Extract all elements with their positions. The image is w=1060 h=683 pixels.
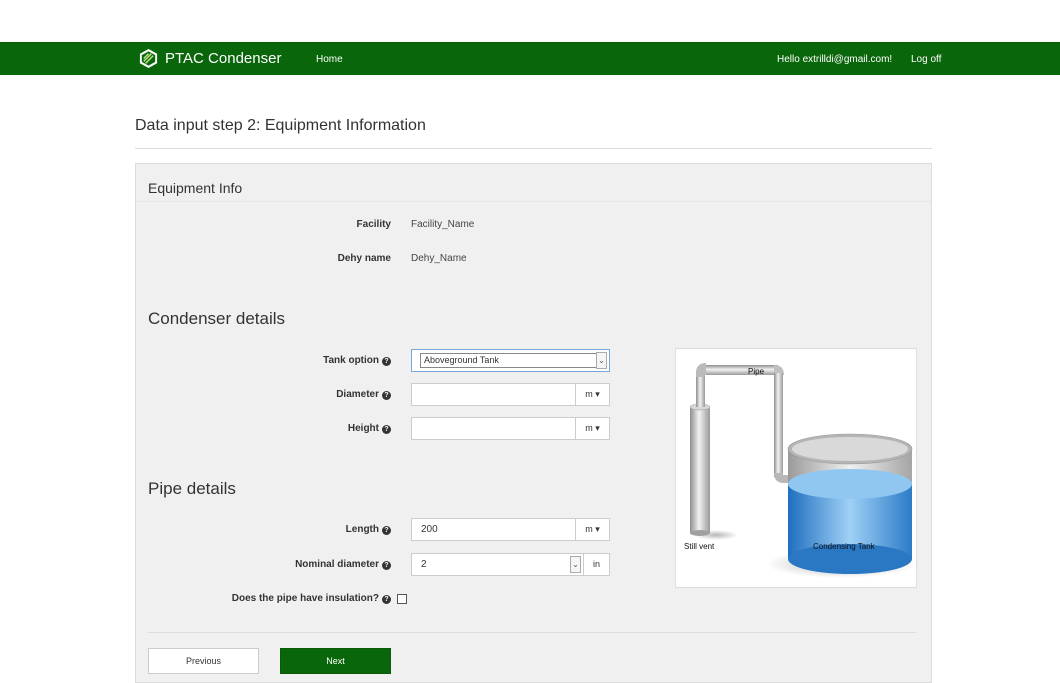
nominal-diameter-label: Nominal diameter? [171, 559, 391, 570]
help-icon[interactable]: ? [382, 425, 391, 434]
height-label: Height? [171, 423, 391, 434]
divider [135, 148, 932, 149]
chevron-down-icon[interactable]: ⌄ [570, 556, 581, 573]
condenser-diagram: Pipe Still vent Condensing Tank [675, 348, 917, 588]
insulation-checkbox[interactable] [397, 594, 407, 604]
diameter-unit-dropdown[interactable]: m ▾ [575, 384, 609, 405]
height-unit-dropdown[interactable]: m ▾ [575, 418, 609, 439]
logo-icon [139, 48, 158, 69]
condenser-diagram-illustration: Pipe Still vent Condensing Tank [684, 363, 916, 578]
tank-option-label: Tank option? [171, 355, 391, 366]
caret-down-icon: ▾ [595, 389, 600, 399]
brand-name: PTAC Condenser [165, 50, 282, 67]
condenser-details-heading: Condenser details [148, 309, 286, 328]
caret-down-icon: ▾ [595, 423, 600, 433]
dehy-name-value: Dehy_Name [411, 253, 467, 264]
length-input[interactable]: 200 m ▾ [411, 518, 610, 541]
nominal-diameter-value: 2 [421, 559, 427, 570]
diameter-label-text: Diameter [336, 389, 379, 400]
help-icon[interactable]: ? [382, 357, 391, 366]
tank-option-value: Aboveground Tank [420, 353, 598, 368]
tank-option-select[interactable]: Aboveground Tank ⌄ [411, 349, 610, 372]
tank-option-label-text: Tank option [323, 355, 379, 366]
length-unit-dropdown[interactable]: m ▾ [575, 519, 609, 540]
height-label-text: Height [347, 423, 379, 434]
length-value: 200 [421, 524, 438, 535]
help-icon[interactable]: ? [382, 391, 391, 400]
page-title: Data input step 2: Equipment Information [135, 117, 426, 134]
previous-button[interactable]: Previous [148, 648, 259, 674]
diagram-vent-label: Still vent [684, 542, 715, 551]
user-greeting-link[interactable]: Hello extrilldi@gmail.com! [777, 54, 892, 65]
diameter-input[interactable]: m ▾ [411, 383, 610, 406]
nominal-diameter-label-text: Nominal diameter [295, 559, 379, 570]
top-navbar: PTAC Condenser Home Hello extrilldi@gmai… [0, 42, 1060, 75]
caret-down-icon: ▾ [595, 524, 600, 534]
diagram-tank-label: Condensing Tank [813, 542, 876, 551]
facility-label: Facility [356, 219, 391, 230]
logoff-link[interactable]: Log off [911, 54, 941, 65]
brand-link[interactable]: PTAC Condenser [138, 48, 281, 69]
insulation-label-text: Does the pipe have insulation? [231, 593, 379, 604]
height-unit: m [585, 423, 593, 433]
length-label-text: Length [345, 524, 379, 535]
diagram-pipe-label: Pipe [748, 367, 765, 376]
help-icon[interactable]: ? [382, 561, 391, 570]
help-icon[interactable]: ? [382, 526, 391, 535]
nominal-diameter-select[interactable]: 2 ⌄ [411, 553, 584, 576]
length-label: Length? [171, 524, 391, 535]
insulation-label: Does the pipe have insulation?? [171, 593, 391, 604]
length-unit: m [585, 524, 593, 534]
divider [148, 632, 916, 633]
diameter-label: Diameter? [171, 389, 391, 400]
dehy-name-label: Dehy name [337, 253, 391, 264]
facility-value: Facility_Name [411, 219, 475, 230]
height-input[interactable]: m ▾ [411, 417, 610, 440]
diameter-unit: m [585, 389, 593, 399]
nav-home-link[interactable]: Home [316, 54, 343, 65]
panel-heading: Equipment Info [148, 180, 243, 196]
pipe-details-heading: Pipe details [148, 479, 236, 498]
chevron-down-icon[interactable]: ⌄ [596, 352, 607, 369]
divider [136, 201, 931, 202]
help-icon[interactable]: ? [382, 595, 391, 604]
next-button[interactable]: Next [280, 648, 391, 674]
nominal-diameter-unit: in [583, 553, 610, 576]
